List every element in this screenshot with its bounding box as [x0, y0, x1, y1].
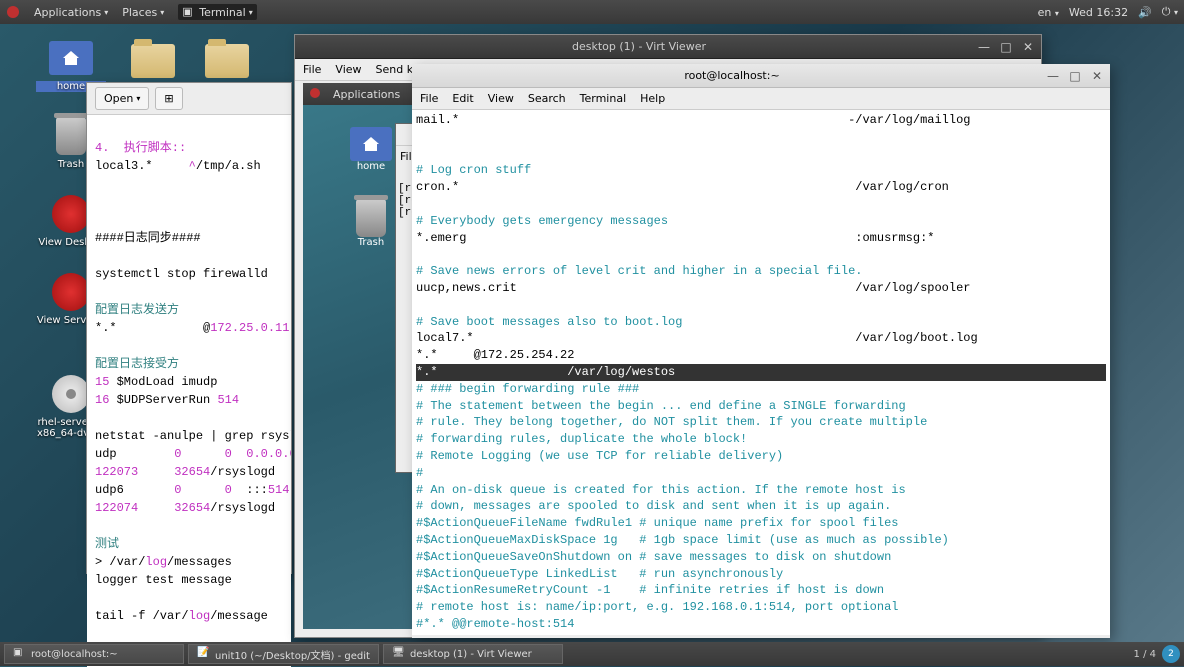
task-virtviewer[interactable]: 🖥 desktop (1) - Virt Viewer — [383, 644, 563, 664]
terminal-launcher[interactable]: ▣Terminal▾ — [178, 4, 257, 20]
close-button[interactable]: ✕ — [1021, 40, 1035, 54]
term-menu-file[interactable]: File — [420, 92, 438, 105]
maximize-button[interactable]: □ — [999, 40, 1013, 54]
terminal-icon: ▣ — [13, 647, 27, 661]
gedit-toolbar: Open▾ ⊞ — [87, 83, 291, 115]
redhat-icon — [6, 5, 20, 19]
drawer-button[interactable]: ⊞ — [155, 87, 182, 110]
power-icon[interactable]: ⏻ ▾ — [1162, 5, 1178, 19]
guest-applications-menu[interactable]: Applications — [333, 88, 400, 101]
places-menu[interactable]: Places▾ — [122, 6, 164, 19]
taskbar: ▣ root@localhost:~ 📝 unit10 (~/Desktop/文… — [0, 642, 1184, 666]
term-menu-help[interactable]: Help — [640, 92, 665, 105]
terminal-titlebar[interactable]: root@localhost:~ — □ ✕ — [412, 64, 1110, 88]
volume-icon[interactable]: 🔊 — [1138, 6, 1152, 19]
terminal-menubar: File Edit View Search Terminal Help — [412, 88, 1110, 110]
clock[interactable]: Wed 16:32 — [1069, 6, 1128, 19]
terminal-icon: ▣ — [182, 5, 196, 19]
workspace-badge[interactable]: 2 — [1162, 645, 1180, 663]
monitor-icon: 🖥 — [392, 647, 406, 661]
term-menu-search[interactable]: Search — [528, 92, 566, 105]
host-topbar: Applications▾ Places▾ ▣Terminal▾ en ▾ We… — [0, 0, 1184, 24]
term-menu-terminal[interactable]: Terminal — [580, 92, 627, 105]
minimize-button[interactable]: — — [977, 40, 991, 54]
gedit-icon: 📝 — [197, 647, 211, 661]
gedit-text-area[interactable]: 4. 执行脚本::local3.* ^/tmp/a.sh ####日志同步###… — [87, 115, 291, 667]
workspace-indicator[interactable]: 1 / 4 — [1134, 649, 1156, 660]
term-menu-view[interactable]: View — [488, 92, 514, 105]
term-menu-edit[interactable]: Edit — [452, 92, 473, 105]
language-indicator[interactable]: en ▾ — [1038, 6, 1059, 19]
virt-menu-file[interactable]: File — [303, 63, 321, 76]
terminal-window[interactable]: root@localhost:~ — □ ✕ File Edit View Se… — [412, 64, 1110, 638]
virt-menu-view[interactable]: View — [335, 63, 361, 76]
maximize-button[interactable]: □ — [1068, 69, 1082, 83]
open-button[interactable]: Open▾ — [95, 87, 149, 110]
task-terminal[interactable]: ▣ root@localhost:~ — [4, 644, 184, 664]
guest-home[interactable]: home — [341, 127, 401, 172]
guest-redhat-icon — [309, 87, 321, 102]
task-gedit[interactable]: 📝 unit10 (~/Desktop/文档) - gedit — [188, 644, 379, 664]
terminal-text-area[interactable]: mail.* -/var/log/maillog # Log cron stuf… — [412, 110, 1110, 635]
applications-menu[interactable]: Applications▾ — [34, 6, 108, 19]
close-button[interactable]: ✕ — [1090, 69, 1104, 83]
virt-titlebar[interactable]: desktop (1) - Virt Viewer — □ ✕ — [295, 35, 1041, 59]
minimize-button[interactable]: — — [1046, 69, 1060, 83]
guest-trash[interactable]: Trash — [341, 199, 401, 248]
gedit-window[interactable]: Open▾ ⊞ 4. 执行脚本::local3.* ^/tmp/a.sh ###… — [86, 82, 292, 574]
